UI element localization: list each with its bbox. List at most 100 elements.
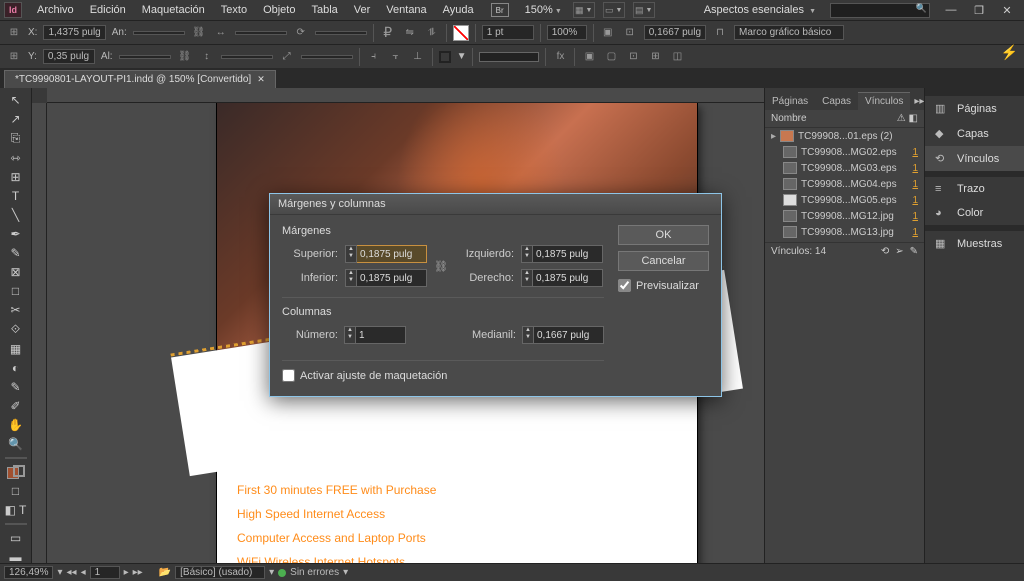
fill-stroke-swatch[interactable]: [4, 464, 28, 480]
dock-trazo[interactable]: ≡Trazo: [925, 177, 1024, 201]
gradient-feather-tool[interactable]: ◐: [4, 360, 28, 376]
update-link-icon[interactable]: ✎: [910, 246, 918, 257]
object-style-field[interactable]: Marco gráfico básico: [734, 25, 844, 40]
y-field[interactable]: 0,35 pulg: [43, 49, 95, 64]
link-row[interactable]: TC99908...MG13.jpg1: [765, 224, 924, 240]
restore-icon[interactable]: ❐: [966, 1, 992, 19]
link-row[interactable]: TC99908...MG04.eps1: [765, 176, 924, 192]
menu-edicion[interactable]: Edición: [83, 2, 133, 18]
prev-page-icon[interactable]: ◂: [81, 567, 86, 578]
dock-vinculos[interactable]: ⟲Vínculos: [925, 146, 1024, 171]
links-header-status-icon[interactable]: ⚠: [897, 113, 906, 124]
zoom-level[interactable]: 150%▼: [519, 4, 568, 16]
body-copy[interactable]: First 30 minutes FREE with Purchase High…: [237, 483, 436, 565]
flip-v-icon[interactable]: ⥮: [424, 25, 440, 41]
fit-content-icon[interactable]: ▣: [581, 49, 597, 65]
text-wrap-icon[interactable]: ▣: [600, 25, 616, 41]
status-page[interactable]: 1: [90, 566, 120, 579]
stroke-style-field[interactable]: [479, 52, 539, 62]
formatting-container-icon[interactable]: ◧ T: [4, 502, 28, 518]
margin-left-field[interactable]: ▲▼: [521, 245, 604, 263]
rectangle-frame-tool[interactable]: ⊠: [4, 264, 28, 280]
next-spread-icon[interactable]: ▸▸: [133, 567, 143, 578]
menu-tabla[interactable]: Tabla: [304, 2, 344, 18]
open-doc-icon[interactable]: 📂: [159, 567, 171, 578]
note-tool[interactable]: ✎: [4, 379, 28, 395]
status-style[interactable]: [Básico] (usado): [175, 566, 265, 579]
link-margins-icon[interactable]: ⛓: [434, 247, 448, 285]
pen-tool[interactable]: ✒: [4, 226, 28, 242]
link-row[interactable]: ▸TC99908...01.eps (2): [765, 128, 924, 144]
opacity-field[interactable]: 100%: [547, 25, 587, 40]
dock-capas[interactable]: ◆Capas: [925, 121, 1024, 146]
link-wh-icon[interactable]: ⛓: [191, 25, 207, 41]
reference-point-icon[interactable]: ⊞: [6, 25, 22, 41]
content-collector-tool[interactable]: ⊞: [4, 169, 28, 185]
workspace-switcher[interactable]: Aspectos esenciales ▼: [698, 4, 822, 16]
panel-tab-capas[interactable]: Capas: [815, 93, 858, 110]
ruler-horizontal[interactable]: [47, 88, 764, 103]
pencil-tool[interactable]: ✎: [4, 245, 28, 261]
dock-paginas[interactable]: ▥Páginas: [925, 96, 1024, 121]
close-icon[interactable]: ✕: [994, 1, 1020, 19]
fill-swatch-icon[interactable]: [453, 25, 469, 41]
menu-objeto[interactable]: Objeto: [256, 2, 302, 18]
stroke-weight-field[interactable]: 1 pt: [482, 25, 534, 40]
apply-color-icon[interactable]: □: [4, 483, 28, 499]
document-tab[interactable]: *TC9990801-LAYOUT-PI1.indd @ 150% [Conve…: [4, 70, 276, 88]
align-icons[interactable]: ⫞: [366, 49, 382, 65]
screen-mode-icon[interactable]: ▭▼: [603, 2, 625, 18]
link-row[interactable]: TC99908...MG03.eps1: [765, 160, 924, 176]
panel-tab-paginas[interactable]: Páginas: [765, 93, 815, 110]
view-options-icon[interactable]: ▦▼: [573, 2, 595, 18]
direct-selection-tool[interactable]: ↗: [4, 111, 28, 127]
rotate-field[interactable]: [315, 31, 367, 35]
ruler-vertical[interactable]: [32, 103, 47, 565]
panel-tab-vinculos[interactable]: Vínculos: [858, 92, 910, 110]
menu-ventana[interactable]: Ventana: [379, 2, 433, 18]
menu-texto[interactable]: Texto: [214, 2, 254, 18]
links-header-page-icon[interactable]: ◧: [909, 113, 918, 124]
arrange-icon[interactable]: ▤▼: [633, 2, 655, 18]
menu-archivo[interactable]: Archivo: [30, 2, 81, 18]
margin-right-field[interactable]: ▲▼: [521, 269, 604, 287]
menu-ayuda[interactable]: Ayuda: [436, 2, 481, 18]
selection-tool[interactable]: ↖: [4, 92, 28, 108]
margin-bottom-field[interactable]: ▲▼: [345, 269, 428, 287]
goto-link-icon[interactable]: ➢: [895, 246, 903, 257]
h-field[interactable]: [119, 55, 171, 59]
margin-top-field[interactable]: ▲▼: [345, 245, 428, 263]
prev-spread-icon[interactable]: ◂◂: [67, 567, 77, 578]
quick-apply-icon[interactable]: ⚡: [1001, 44, 1018, 61]
link-row[interactable]: TC99908...MG12.jpg1: [765, 208, 924, 224]
view-mode-normal[interactable]: ▭: [4, 530, 28, 546]
menu-maquetacion[interactable]: Maquetación: [135, 2, 212, 18]
preview-checkbox[interactable]: Previsualizar: [618, 279, 709, 292]
bridge-button[interactable]: Br: [491, 3, 509, 17]
page-tool[interactable]: ⎘: [4, 130, 28, 147]
w-field[interactable]: [133, 31, 185, 35]
scissors-tool[interactable]: ✂: [4, 302, 28, 318]
link-row[interactable]: TC99908...MG05.eps1: [765, 192, 924, 208]
relink-icon[interactable]: ⟲: [881, 246, 889, 257]
line-tool[interactable]: ╲: [4, 207, 28, 223]
character-icon[interactable]: ₽: [380, 25, 396, 41]
column-number-field[interactable]: ▲▼: [344, 326, 406, 344]
corner-icon[interactable]: ⊡: [622, 25, 638, 41]
preflight-status[interactable]: Sin errores: [290, 567, 339, 578]
hand-tool[interactable]: ✋: [4, 417, 28, 433]
gutter-field[interactable]: ▲▼: [522, 326, 604, 344]
enable-layout-adjustment-checkbox[interactable]: Activar ajuste de maquetación: [282, 369, 604, 382]
gap-tool[interactable]: ⇿: [4, 150, 28, 166]
status-zoom[interactable]: 126,49%: [4, 566, 53, 579]
ok-button[interactable]: OK: [618, 225, 709, 245]
dock-muestras[interactable]: ▦Muestras: [925, 231, 1024, 256]
cancel-button[interactable]: Cancelar: [618, 251, 709, 271]
menu-ver[interactable]: Ver: [347, 2, 378, 18]
type-tool[interactable]: T: [4, 188, 28, 204]
flip-h-icon[interactable]: ⇋: [402, 25, 418, 41]
gradient-swatch-tool[interactable]: ▦: [4, 341, 28, 357]
x-field[interactable]: 1,4375 pulg: [43, 25, 105, 40]
scale-x-field[interactable]: [235, 31, 287, 35]
link-row[interactable]: TC99908...MG02.eps1: [765, 144, 924, 160]
